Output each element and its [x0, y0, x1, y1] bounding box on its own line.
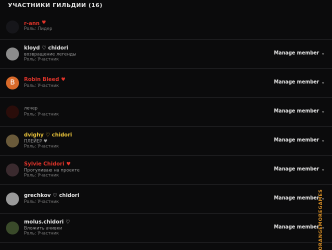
- chevron-down-icon: ⌄: [321, 80, 325, 86]
- avatar[interactable]: [6, 192, 19, 206]
- member-role: Роль: Участник: [24, 231, 59, 237]
- member-row: B Robin Bleed ♥ Роль: Участник Manage me…: [0, 69, 332, 98]
- member-info: molus.chidori ♡ Вложить ачивки Роль: Уча…: [24, 219, 72, 237]
- heart-icon: ♥: [41, 20, 47, 27]
- manage-member-button[interactable]: Manage member ⌄: [274, 139, 325, 144]
- member-info: kloyd ♡ chidori возвращение легенды Роль…: [24, 45, 76, 63]
- manage-member-label: Manage member: [273, 51, 320, 57]
- avatar-glyph: [6, 106, 19, 119]
- chevron-down-icon: ⌄: [321, 138, 325, 144]
- member-name[interactable]: grechkov ♡ chidori: [24, 193, 81, 200]
- avatar[interactable]: [6, 163, 19, 177]
- manage-member-label: Manage member: [273, 109, 320, 115]
- member-row: r-ann ♥ Роль: Лидер: [0, 14, 332, 40]
- manage-member-button[interactable]: Manage member ⌄: [274, 81, 325, 86]
- chevron-down-icon: ⌄: [321, 109, 325, 115]
- member-role: Роль: Участник: [24, 83, 59, 89]
- member-info: grechkov ♡ chidori Роль: Участник: [24, 193, 81, 205]
- chevron-down-icon: ⌄: [321, 51, 325, 57]
- manage-member-button[interactable]: Manage member ⌄: [274, 52, 325, 57]
- member-row: Sylvie Chidori ♥ Прогуливаю на проекте Р…: [0, 156, 332, 185]
- manage-member-label: Manage member: [273, 80, 320, 86]
- member-name-text: kloyd ♡ chidori: [24, 45, 69, 52]
- avatar[interactable]: [6, 20, 19, 33]
- member-info: Sylvie Chidori ♥ Прогуливаю на проекте Р…: [24, 161, 80, 179]
- member-name-text: r-ann: [24, 20, 40, 27]
- avatar[interactable]: [6, 221, 19, 235]
- chevron-down-icon: ⌄: [321, 167, 325, 173]
- member-role: Роль: Участник: [24, 112, 59, 117]
- manage-member-button[interactable]: Manage member ⌄: [274, 168, 325, 173]
- avatar-glyph: [6, 20, 19, 33]
- avatar-glyph: [6, 222, 19, 235]
- member-name[interactable]: dvighy ♡ chidori: [24, 132, 74, 139]
- member-info: Robin Bleed ♥ Роль: Участник: [24, 77, 66, 89]
- member-role: Роль: Участник: [24, 144, 59, 150]
- member-name-text: dvighy ♡ chidori: [24, 132, 73, 139]
- member-name-text: grechkov ♡ chidori: [24, 193, 80, 199]
- member-list: r-ann ♥ Роль: Лидер kloyd ♡ chidori возв…: [0, 14, 332, 243]
- avatar[interactable]: [6, 134, 19, 148]
- avatar[interactable]: B: [6, 76, 19, 90]
- avatar[interactable]: [6, 47, 19, 61]
- member-info: r-ann ♥ Роль: Лидер: [24, 21, 52, 33]
- member-info: dvighy ♡ chidori ПЛЕЙЕР ♥ Роль: Участник: [24, 132, 74, 150]
- member-row: kloyd ♡ chidori возвращение легенды Роль…: [0, 40, 332, 69]
- avatar-glyph: [6, 164, 19, 177]
- avatar-glyph: [6, 135, 19, 148]
- member-row: grechkov ♡ chidori Роль: Участник Manage…: [0, 185, 332, 214]
- watermark-logo: ORANGEMOREGAMES: [312, 188, 330, 250]
- member-info: лечер Роль: Участник: [24, 107, 59, 118]
- member-name-text: molus.chidori ♡: [24, 219, 71, 226]
- manage-member-label: Manage member: [273, 138, 320, 144]
- avatar-glyph: B: [10, 78, 15, 87]
- member-role: Роль: Участник: [24, 57, 59, 63]
- member-name[interactable]: molus.chidori ♡: [24, 219, 72, 226]
- avatar-glyph: [6, 48, 19, 61]
- avatar[interactable]: [6, 105, 19, 119]
- member-row: molus.chidori ♡ Вложить ачивки Роль: Уча…: [0, 214, 332, 243]
- member-role: Роль: Участник: [24, 199, 59, 205]
- member-role: Роль: Участник: [24, 173, 59, 179]
- heart-icon: ♥: [66, 161, 71, 167]
- member-role: Роль: Лидер: [24, 27, 53, 32]
- manage-member-label: Manage member: [273, 167, 320, 173]
- member-name-text: Robin Bleed: [24, 77, 60, 83]
- member-row: dvighy ♡ chidori ПЛЕЙЕР ♥ Роль: Участник…: [0, 127, 332, 156]
- avatar-glyph: [6, 193, 19, 206]
- heart-icon: ♥: [61, 76, 66, 83]
- member-row: лечер Роль: Участник Manage member ⌄: [0, 98, 332, 127]
- member-name-text: Sylvie Chidori: [24, 161, 65, 168]
- manage-member-button[interactable]: Manage member ⌄: [274, 110, 325, 115]
- guild-members-title: УЧАСТНИКИ ГИЛЬДИИ (16): [8, 3, 103, 9]
- watermark-text: ORANGEMOREGAMES: [318, 188, 324, 250]
